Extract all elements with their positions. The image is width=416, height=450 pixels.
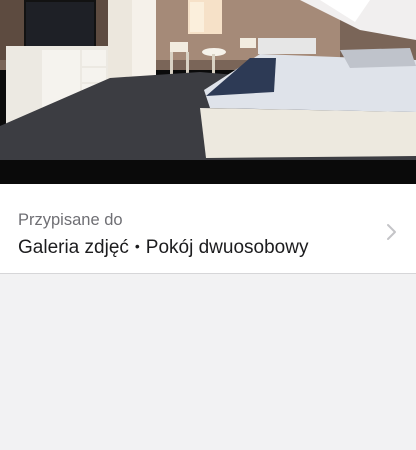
bedroom-photo-image [0, 0, 416, 184]
chevron-right-icon[interactable] [384, 220, 400, 244]
separator-dot: • [134, 238, 140, 254]
gallery-link[interactable]: Galeria zdjęć [18, 237, 129, 258]
assigned-to-label: Przypisane do [18, 211, 123, 229]
assigned-to-value[interactable]: Galeria zdjęć • Pokój dwuosobowy [18, 234, 308, 260]
empty-content-area [0, 275, 416, 450]
room-photo[interactable] [0, 0, 416, 184]
room-link[interactable]: Pokój dwuosobowy [146, 237, 309, 258]
